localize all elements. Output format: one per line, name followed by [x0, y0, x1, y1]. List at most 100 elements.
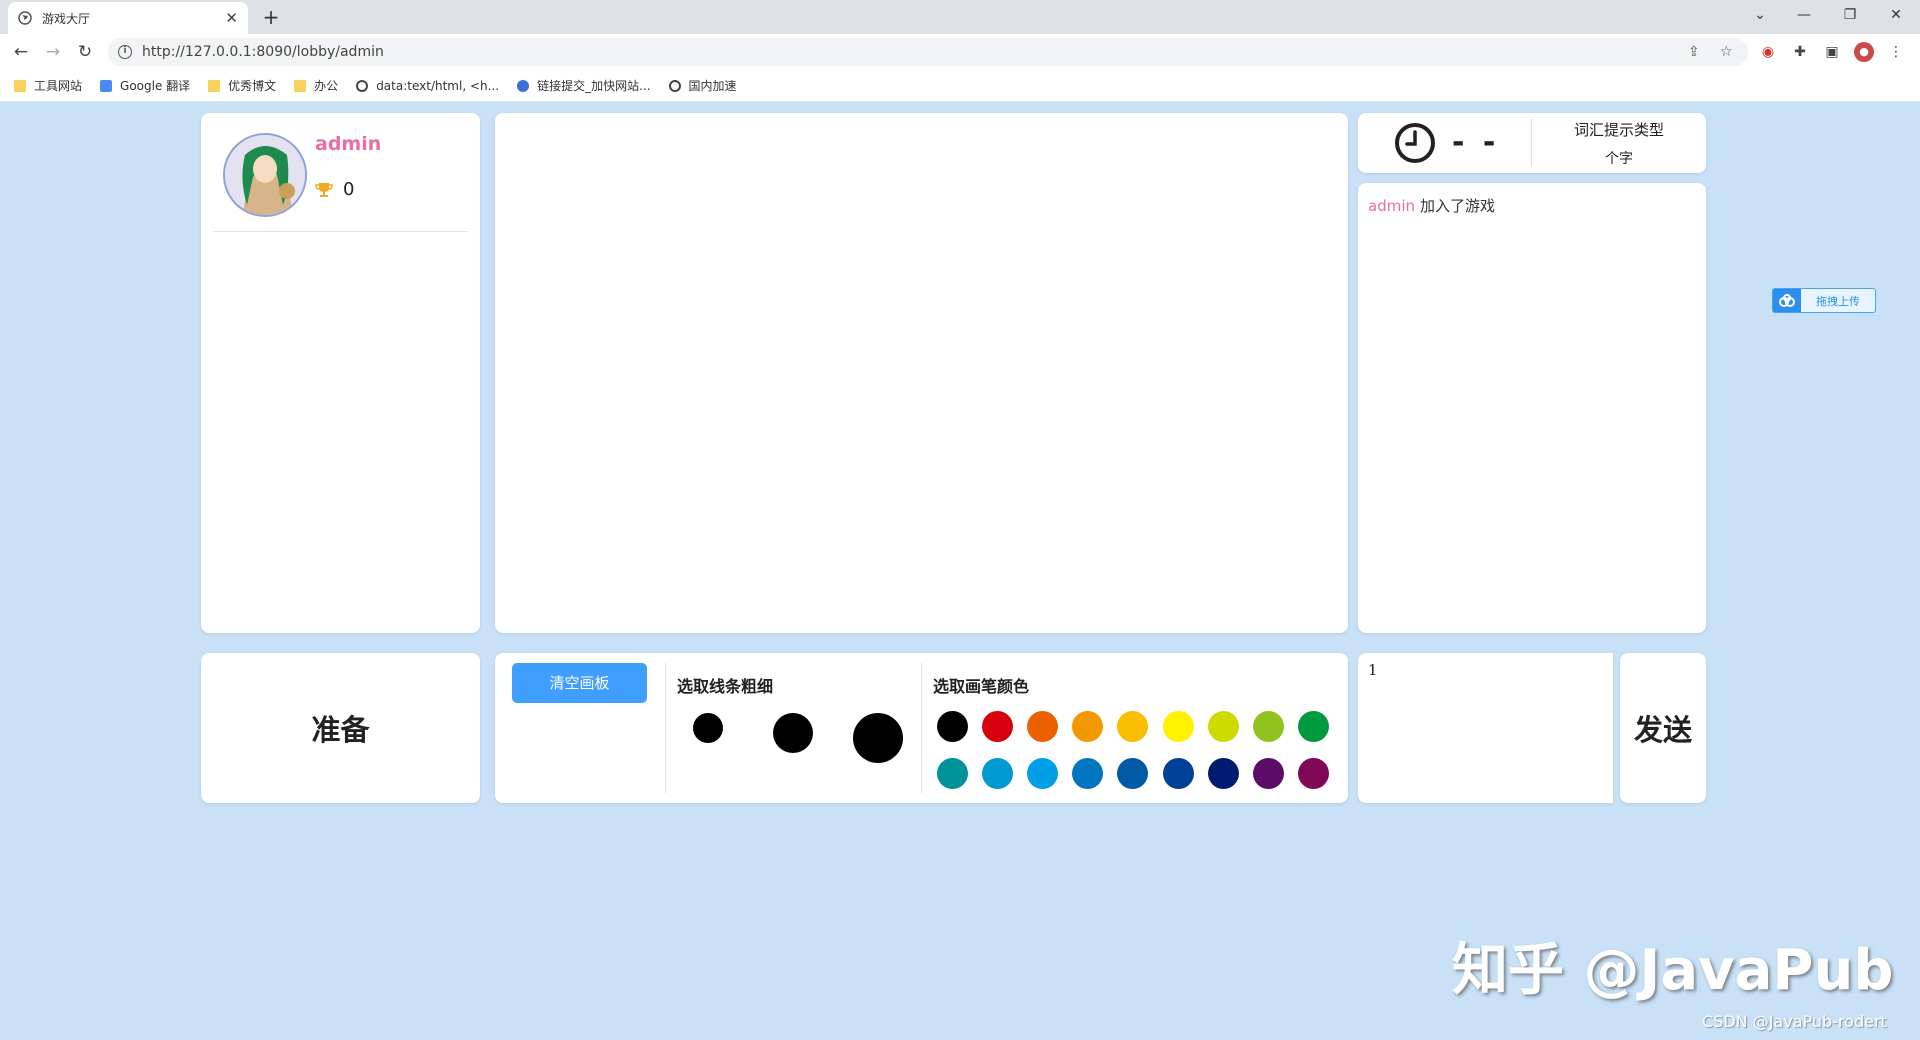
bookmark-label: Google 翻译 — [120, 79, 191, 93]
player-name: admin — [315, 133, 382, 155]
tab-close-icon[interactable]: ✕ — [225, 9, 238, 27]
player-score: 0 — [315, 179, 354, 200]
watermark-credit: CSDN @JavaPub-rodert — [1702, 1012, 1887, 1031]
back-icon[interactable]: ← — [9, 40, 33, 64]
globe-icon — [668, 79, 681, 92]
color-swatch[interactable] — [1162, 711, 1194, 742]
chat-input-box — [1358, 653, 1613, 803]
clock-icon — [1395, 123, 1435, 163]
color-swatch[interactable] — [1072, 758, 1104, 789]
bookmark-item[interactable]: 国内加速 — [668, 77, 737, 94]
tab-search-icon[interactable]: ⌄ — [1738, 0, 1782, 30]
bookmark-label: 工具网站 — [34, 79, 83, 93]
url-text: http://127.0.0.1:8090/lobby/admin — [142, 44, 384, 60]
bookmark-item[interactable]: 办公 — [294, 77, 338, 94]
timer-hint-panel: - - 词汇提示类型 个字 — [1358, 113, 1706, 173]
color-swatch[interactable] — [1207, 758, 1239, 789]
line-width-label: 选取线条粗细 — [677, 677, 774, 696]
folder-icon — [14, 79, 26, 92]
google-translate-icon — [100, 79, 113, 92]
drag-upload-widget[interactable]: 拖拽上传 — [1772, 288, 1876, 313]
bookmark-item[interactable]: Google 翻译 — [100, 77, 190, 94]
chat-text: 加入了游戏 — [1420, 197, 1496, 215]
chat-message: admin 加入了游戏 — [1368, 195, 1495, 216]
globe-icon — [356, 79, 369, 92]
ready-label: 准备 — [311, 713, 370, 747]
clear-canvas-button[interactable]: 清空画板 — [512, 663, 647, 703]
forward-icon[interactable]: → — [41, 40, 65, 64]
bookmark-label: 链接提交_加快网站... — [537, 79, 651, 93]
player-list-panel: admin 0 — [201, 113, 480, 633]
tab-title: 游戏大厅 — [42, 11, 91, 26]
cloud-icon — [1773, 289, 1801, 312]
send-button[interactable]: 发送 — [1620, 653, 1706, 803]
address-bar[interactable]: i http://127.0.0.1:8090/lobby/admin ⇪ ☆ — [108, 38, 1748, 66]
window-close-icon[interactable]: ✕ — [1874, 0, 1918, 30]
color-swatch[interactable] — [1117, 711, 1149, 742]
bookmark-star-icon[interactable]: ☆ — [1720, 38, 1733, 66]
upload-label: 拖拽上传 — [1816, 294, 1860, 308]
menu-kebab-icon[interactable]: ⋮ — [1886, 42, 1906, 62]
color-swatch[interactable] — [1297, 711, 1329, 742]
bookmarks-bar: 工具网站 Google 翻译 优秀博文 办公 data:text/html, <… — [0, 70, 1920, 102]
color-swatch[interactable] — [1027, 758, 1059, 789]
profile-avatar-icon[interactable]: ● — [1854, 42, 1874, 62]
color-swatch[interactable] — [937, 711, 968, 742]
color-swatch[interactable] — [1117, 758, 1149, 789]
divider — [665, 663, 666, 793]
bookmark-item[interactable]: 优秀博文 — [208, 77, 276, 94]
line-width-medium[interactable] — [773, 713, 813, 753]
minimize-icon[interactable]: — — [1782, 0, 1826, 30]
drawing-tools-panel: 清空画板 选取线条粗细 选取画笔颜色 — [495, 653, 1348, 803]
avatar — [223, 133, 307, 217]
side-panel-icon[interactable]: ▣ — [1822, 42, 1842, 62]
color-label: 选取画笔颜色 — [933, 677, 1030, 696]
new-tab-button[interactable]: + — [258, 4, 284, 30]
avatar-illustration — [225, 135, 305, 215]
color-swatch[interactable] — [982, 758, 1014, 789]
browser-tab-strip: 游戏大厅 ✕ + ⌄ — ❐ ✕ — [0, 0, 1920, 34]
folder-icon — [208, 79, 221, 92]
bookmark-item[interactable]: data:text/html, <h... — [356, 79, 499, 93]
color-swatch[interactable] — [1027, 711, 1059, 742]
paw-icon — [517, 79, 530, 92]
bookmark-item[interactable]: 工具网站 — [14, 77, 82, 94]
folder-icon — [294, 79, 307, 92]
color-swatch[interactable] — [1252, 711, 1284, 742]
reload-icon[interactable]: ↻ — [73, 40, 97, 64]
chat-input[interactable] — [1358, 653, 1613, 803]
score-value: 0 — [343, 179, 355, 200]
countdown-timer: - - — [1452, 125, 1500, 160]
trophy-icon — [315, 182, 333, 197]
hint-value: 个字 — [1605, 151, 1633, 167]
weibo-extension-icon[interactable]: ◉ — [1758, 42, 1778, 62]
color-swatch[interactable] — [1162, 758, 1194, 789]
line-width-small[interactable] — [693, 713, 723, 743]
color-swatch[interactable] — [1252, 758, 1284, 789]
ready-button[interactable]: 准备 — [201, 653, 480, 803]
line-width-large[interactable] — [853, 713, 903, 763]
globe-icon — [18, 11, 32, 25]
bookmark-label: 办公 — [314, 79, 339, 93]
drawing-canvas[interactable] — [495, 113, 1348, 633]
watermark: 知乎 @JavaPub — [1452, 938, 1894, 1003]
chat-user: admin — [1368, 197, 1415, 215]
divider — [213, 231, 468, 232]
hint-title: 词汇提示类型 — [1573, 121, 1664, 139]
color-swatch[interactable] — [982, 711, 1014, 742]
chat-log: admin 加入了游戏 — [1358, 183, 1706, 633]
bookmark-label: data:text/html, <h... — [376, 78, 500, 93]
bookmark-item[interactable]: 链接提交_加快网站... — [517, 77, 651, 94]
divider — [921, 663, 922, 793]
share-icon[interactable]: ⇪ — [1688, 38, 1700, 66]
color-swatch[interactable] — [1207, 711, 1239, 742]
restore-icon[interactable]: ❐ — [1828, 0, 1872, 30]
browser-tab[interactable]: 游戏大厅 ✕ — [8, 2, 248, 34]
site-info-icon[interactable]: i — [118, 45, 132, 59]
color-swatch[interactable] — [937, 758, 968, 789]
extensions-icon[interactable]: ✚ — [1790, 42, 1810, 62]
color-swatch[interactable] — [1072, 711, 1104, 742]
send-label: 发送 — [1633, 713, 1692, 747]
browser-toolbar: ← → ↻ i http://127.0.0.1:8090/lobby/admi… — [0, 34, 1920, 70]
color-swatch[interactable] — [1297, 758, 1329, 789]
